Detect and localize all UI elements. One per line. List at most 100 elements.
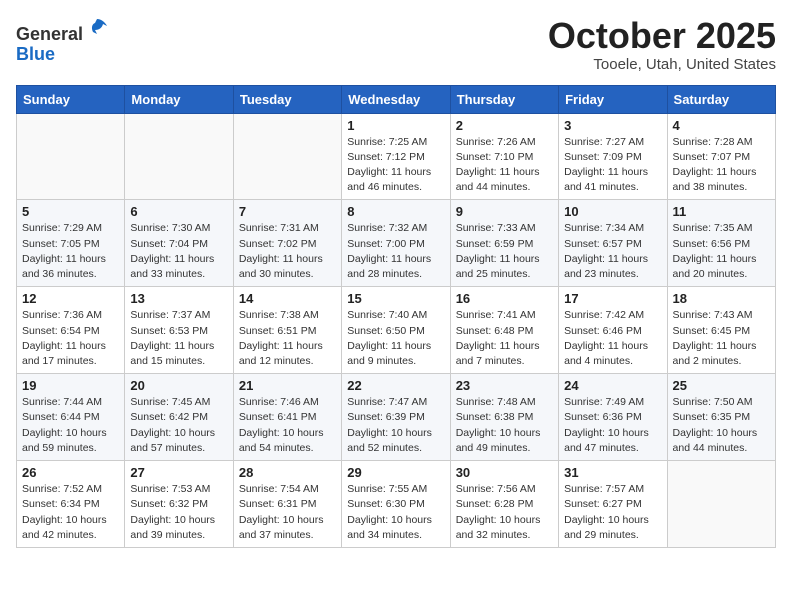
day-info: Sunrise: 7:56 AM Sunset: 6:28 PM Dayligh… (456, 482, 553, 543)
day-number: 20 (130, 378, 227, 393)
logo-blue: Blue (16, 44, 55, 64)
week-row-2: 12 Sunrise: 7:36 AM Sunset: 6:54 PM Dayli… (17, 287, 776, 374)
day-info: Sunrise: 7:29 AM Sunset: 7:05 PM Dayligh… (22, 221, 119, 282)
day-cell: 4Sunrise: 7:28 AM Sunset: 7:07 PM Daylig… (667, 113, 775, 200)
day-cell: 17Sunrise: 7:42 AM Sunset: 6:46 PM Dayli… (559, 287, 667, 374)
logo-text: General Blue (16, 16, 109, 65)
day-number: 16 (456, 291, 553, 306)
day-number: 23 (456, 378, 553, 393)
calendar-header: SundayMondayTuesdayWednesdayThursdayFrid… (17, 85, 776, 113)
week-row-0: 1 Sunrise: 7:25 AM Sunset: 7:12 PM Daylig… (17, 113, 776, 200)
day-info: Sunrise: 7:40 AM Sunset: 6:50 PM Dayligh… (347, 308, 444, 369)
day-number: 21 (239, 378, 336, 393)
day-number: 11 (673, 204, 770, 219)
location-subtitle: Tooele, Utah, United States (548, 56, 776, 73)
day-cell: 16 Sunrise: 7:41 AM Sunset: 6:48 PM Dayli… (450, 287, 558, 374)
day-info: Sunrise: 7:33 AM Sunset: 6:59 PM Dayligh… (456, 221, 553, 282)
day-cell: 26Sunrise: 7:52 AM Sunset: 6:34 PM Dayli… (17, 461, 125, 548)
day-info: Sunrise: 7:54 AM Sunset: 6:31 PM Dayligh… (239, 482, 336, 543)
day-info: Sunrise: 7:53 AM Sunset: 6:32 PM Dayligh… (130, 482, 227, 543)
day-cell: 19 Sunrise: 7:44 AM Sunset: 6:44 PM Dayli… (17, 374, 125, 461)
weekday-header-row: SundayMondayTuesdayWednesdayThursdayFrid… (17, 85, 776, 113)
day-info: Sunrise: 7:28 AM Sunset: 7:07 PM Dayligh… (673, 135, 770, 196)
day-number: 26 (22, 465, 119, 480)
day-number: 6 (130, 204, 227, 219)
calendar-table: SundayMondayTuesdayWednesdayThursdayFrid… (16, 85, 776, 548)
day-cell: 13Sunrise: 7:37 AM Sunset: 6:53 PM Dayli… (125, 287, 233, 374)
day-info: Sunrise: 7:57 AM Sunset: 6:27 PM Dayligh… (564, 482, 661, 543)
day-cell: 5 Sunrise: 7:29 AM Sunset: 7:05 PM Daylig… (17, 200, 125, 287)
logo-general: General (16, 24, 83, 44)
day-number: 8 (347, 204, 444, 219)
weekday-header-tuesday: Tuesday (233, 85, 341, 113)
day-info: Sunrise: 7:35 AM Sunset: 6:56 PM Dayligh… (673, 221, 770, 282)
day-info: Sunrise: 7:25 AM Sunset: 7:12 PM Dayligh… (347, 135, 444, 196)
day-info: Sunrise: 7:48 AM Sunset: 6:38 PM Dayligh… (456, 395, 553, 456)
day-cell: 3Sunrise: 7:27 AM Sunset: 7:09 PM Daylig… (559, 113, 667, 200)
page-header: General Blue October 2025 Tooele, Utah, … (16, 16, 776, 73)
day-cell: 23 Sunrise: 7:48 AM Sunset: 6:38 PM Dayli… (450, 374, 558, 461)
day-info: Sunrise: 7:50 AM Sunset: 6:35 PM Dayligh… (673, 395, 770, 456)
day-cell: 28Sunrise: 7:54 AM Sunset: 6:31 PM Dayli… (233, 461, 341, 548)
logo-bird-icon (85, 16, 109, 40)
weekday-header-saturday: Saturday (667, 85, 775, 113)
day-cell: 25Sunrise: 7:50 AM Sunset: 6:35 PM Dayli… (667, 374, 775, 461)
day-cell: 21Sunrise: 7:46 AM Sunset: 6:41 PM Dayli… (233, 374, 341, 461)
day-info: Sunrise: 7:41 AM Sunset: 6:48 PM Dayligh… (456, 308, 553, 369)
day-cell: 11 Sunrise: 7:35 AM Sunset: 6:56 PM Dayli… (667, 200, 775, 287)
day-cell: 7 Sunrise: 7:31 AM Sunset: 7:02 PM Daylig… (233, 200, 341, 287)
day-cell (17, 113, 125, 200)
day-number: 1 (347, 118, 444, 133)
title-block: October 2025 Tooele, Utah, United States (548, 16, 776, 73)
day-info: Sunrise: 7:34 AM Sunset: 6:57 PM Dayligh… (564, 221, 661, 282)
day-number: 7 (239, 204, 336, 219)
day-cell: 2Sunrise: 7:26 AM Sunset: 7:10 PM Daylig… (450, 113, 558, 200)
week-row-3: 19 Sunrise: 7:44 AM Sunset: 6:44 PM Dayli… (17, 374, 776, 461)
day-number: 18 (673, 291, 770, 306)
day-cell: 10 Sunrise: 7:34 AM Sunset: 6:57 PM Dayli… (559, 200, 667, 287)
weekday-header-thursday: Thursday (450, 85, 558, 113)
day-number: 22 (347, 378, 444, 393)
day-cell (233, 113, 341, 200)
weekday-header-friday: Friday (559, 85, 667, 113)
day-cell: 8Sunrise: 7:32 AM Sunset: 7:00 PM Daylig… (342, 200, 450, 287)
week-row-1: 5 Sunrise: 7:29 AM Sunset: 7:05 PM Daylig… (17, 200, 776, 287)
day-info: Sunrise: 7:42 AM Sunset: 6:46 PM Dayligh… (564, 308, 661, 369)
day-info: Sunrise: 7:37 AM Sunset: 6:53 PM Dayligh… (130, 308, 227, 369)
weekday-header-sunday: Sunday (17, 85, 125, 113)
day-info: Sunrise: 7:36 AM Sunset: 6:54 PM Dayligh… (22, 308, 119, 369)
weekday-header-monday: Monday (125, 85, 233, 113)
day-number: 10 (564, 204, 661, 219)
day-cell: 6 Sunrise: 7:30 AM Sunset: 7:04 PM Daylig… (125, 200, 233, 287)
day-cell (667, 461, 775, 548)
day-number: 5 (22, 204, 119, 219)
day-info: Sunrise: 7:31 AM Sunset: 7:02 PM Dayligh… (239, 221, 336, 282)
day-info: Sunrise: 7:26 AM Sunset: 7:10 PM Dayligh… (456, 135, 553, 196)
day-info: Sunrise: 7:30 AM Sunset: 7:04 PM Dayligh… (130, 221, 227, 282)
day-number: 24 (564, 378, 661, 393)
day-number: 29 (347, 465, 444, 480)
month-title: October 2025 (548, 16, 776, 56)
day-info: Sunrise: 7:27 AM Sunset: 7:09 PM Dayligh… (564, 135, 661, 196)
day-info: Sunrise: 7:38 AM Sunset: 6:51 PM Dayligh… (239, 308, 336, 369)
day-cell: 31 Sunrise: 7:57 AM Sunset: 6:27 PM Dayli… (559, 461, 667, 548)
day-cell: 15 Sunrise: 7:40 AM Sunset: 6:50 PM Dayli… (342, 287, 450, 374)
day-cell: 22 Sunrise: 7:47 AM Sunset: 6:39 PM Dayli… (342, 374, 450, 461)
day-info: Sunrise: 7:44 AM Sunset: 6:44 PM Dayligh… (22, 395, 119, 456)
weekday-header-wednesday: Wednesday (342, 85, 450, 113)
day-number: 19 (22, 378, 119, 393)
day-cell: 9 Sunrise: 7:33 AM Sunset: 6:59 PM Daylig… (450, 200, 558, 287)
logo: General Blue (16, 16, 109, 65)
day-info: Sunrise: 7:47 AM Sunset: 6:39 PM Dayligh… (347, 395, 444, 456)
day-cell: 24 Sunrise: 7:49 AM Sunset: 6:36 PM Dayli… (559, 374, 667, 461)
day-number: 15 (347, 291, 444, 306)
day-cell: 29Sunrise: 7:55 AM Sunset: 6:30 PM Dayli… (342, 461, 450, 548)
day-number: 31 (564, 465, 661, 480)
day-number: 12 (22, 291, 119, 306)
day-info: Sunrise: 7:49 AM Sunset: 6:36 PM Dayligh… (564, 395, 661, 456)
day-cell: 20Sunrise: 7:45 AM Sunset: 6:42 PM Dayli… (125, 374, 233, 461)
day-info: Sunrise: 7:43 AM Sunset: 6:45 PM Dayligh… (673, 308, 770, 369)
day-number: 9 (456, 204, 553, 219)
day-cell: 27Sunrise: 7:53 AM Sunset: 6:32 PM Dayli… (125, 461, 233, 548)
day-cell: 1 Sunrise: 7:25 AM Sunset: 7:12 PM Daylig… (342, 113, 450, 200)
